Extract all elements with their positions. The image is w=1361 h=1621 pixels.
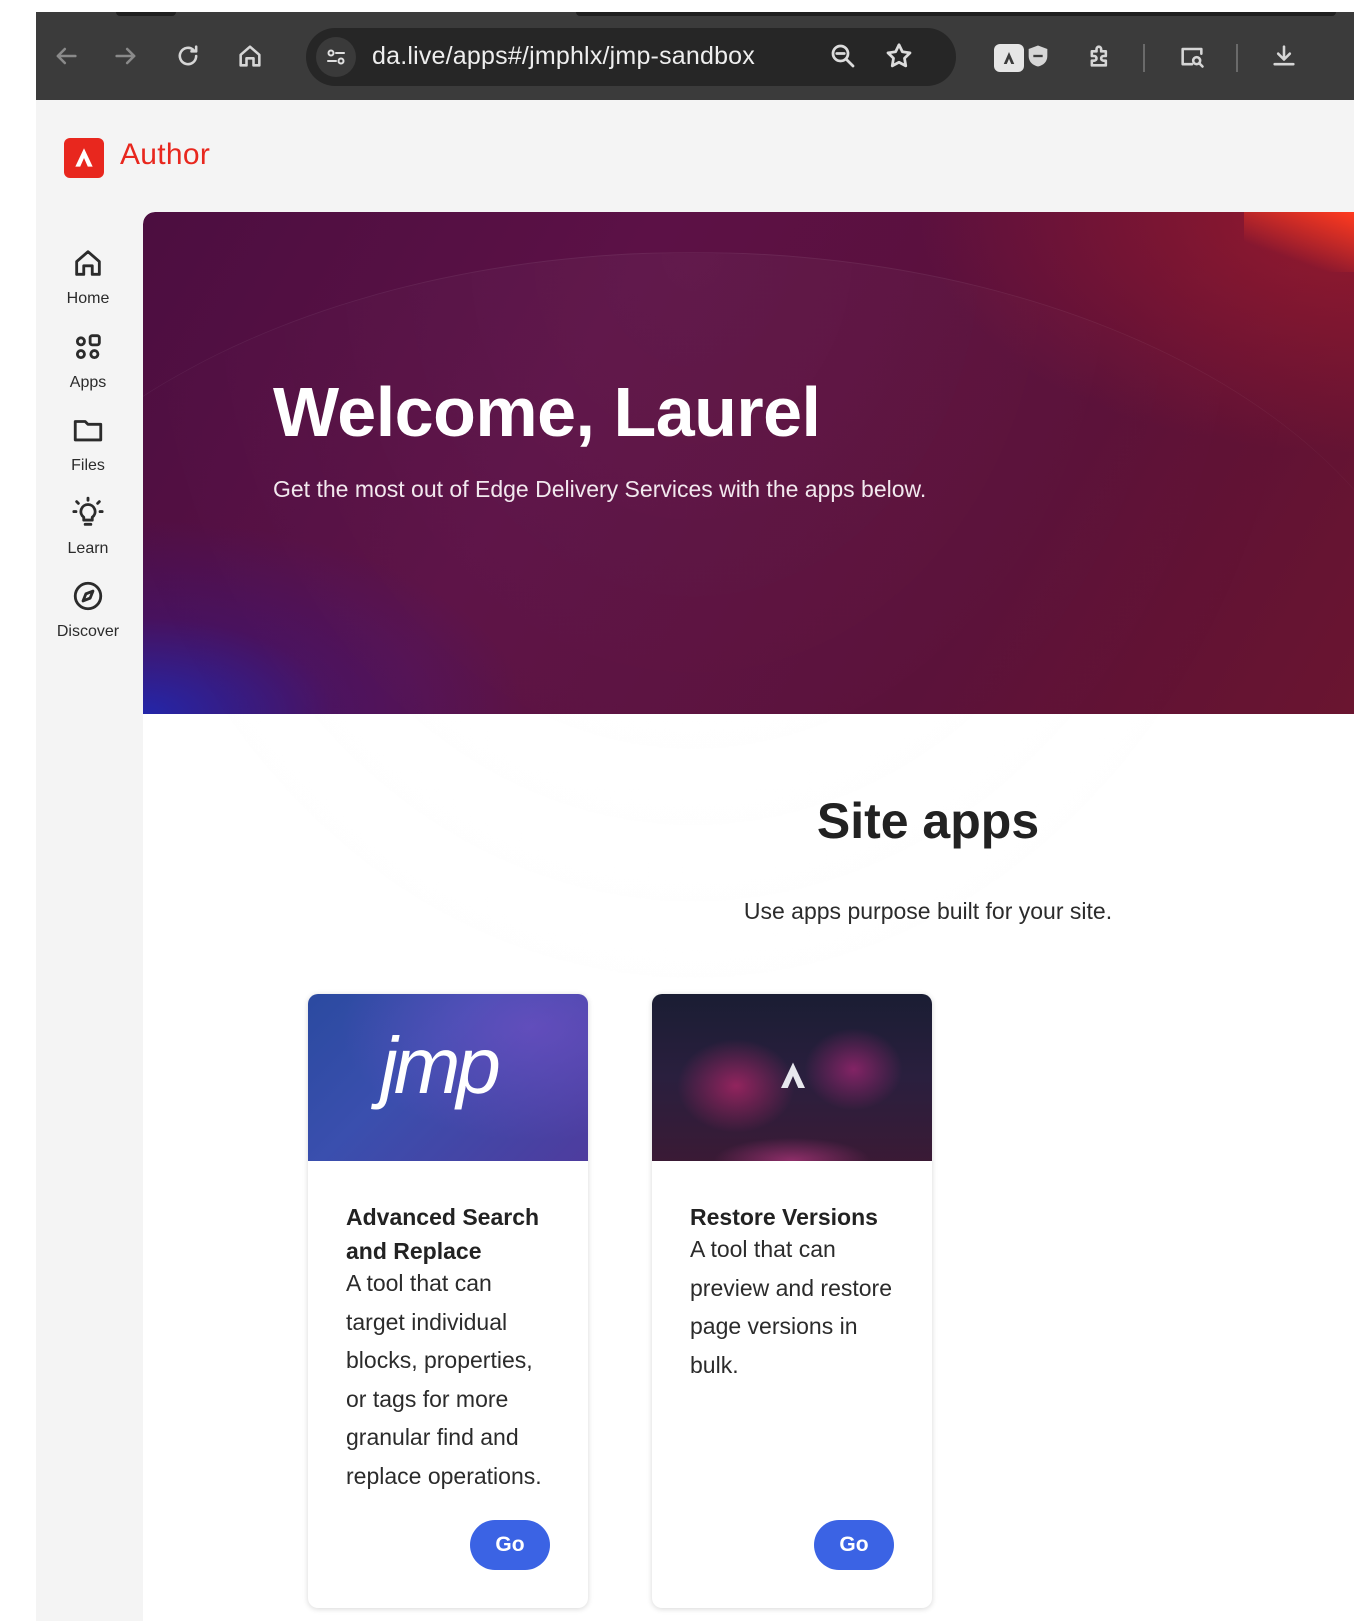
app-title[interactable]: Author — [120, 138, 210, 172]
lightbulb-icon — [72, 496, 104, 526]
rail-item-label: Learn — [67, 540, 109, 557]
compass-icon — [73, 581, 103, 611]
toolbar-divider — [1236, 44, 1238, 72]
rail-item-files[interactable]: Files — [36, 409, 140, 487]
address-bar[interactable]: da.live/apps#/jmphlx/jmp-sandbox — [306, 28, 956, 86]
rail-item-home[interactable]: Home — [36, 242, 140, 320]
rail-item-label: Apps — [69, 374, 107, 391]
reload-icon[interactable] — [168, 36, 208, 76]
hero-subtitle: Get the most out of Edge Delivery Servic… — [273, 476, 927, 502]
rail-item-label: Home — [66, 290, 110, 307]
browser-window: da.live/apps#/jmphlx/jmp-sandbox Author … — [36, 12, 1354, 1621]
forward-icon[interactable] — [106, 36, 146, 76]
hero-title: Welcome, Laurel — [273, 373, 821, 451]
bookmark-star-icon[interactable] — [884, 41, 916, 73]
go-button[interactable]: Go — [814, 1520, 894, 1570]
rail-item-discover[interactable]: Discover — [36, 575, 140, 653]
app-header: Author — [36, 100, 1354, 206]
rail-item-apps[interactable]: Apps — [36, 326, 140, 404]
zoom-icon[interactable] — [828, 41, 860, 73]
main-content: Welcome, Laurel Get the most out of Edge… — [143, 212, 1354, 1621]
card-title: Advanced Search and Replace — [346, 1204, 540, 1264]
tab-edge — [576, 12, 1336, 16]
card-image-jmp: jmp — [308, 994, 588, 1161]
adobe-mark-icon — [781, 1062, 805, 1088]
welcome-hero: Welcome, Laurel Get the most out of Edge… — [143, 212, 1354, 1152]
url-text[interactable]: da.live/apps#/jmphlx/jmp-sandbox — [372, 42, 755, 71]
download-icon[interactable] — [1264, 36, 1304, 76]
card-title: Restore Versions — [690, 1204, 878, 1230]
apps-icon — [75, 334, 101, 360]
rail-item-label: Files — [71, 457, 105, 474]
toolbar-divider — [1143, 44, 1145, 72]
rail-item-learn[interactable]: Learn — [36, 492, 140, 570]
card-description: A tool that can target individual blocks… — [346, 1270, 542, 1489]
shield-extension-icon[interactable] — [1018, 36, 1058, 76]
jmp-logo: jmp — [380, 1021, 501, 1110]
go-button[interactable]: Go — [470, 1520, 550, 1570]
rail-item-label: Discover — [56, 623, 120, 640]
tab-edge — [116, 12, 176, 16]
browser-toolbar: da.live/apps#/jmphlx/jmp-sandbox — [36, 12, 1354, 100]
section-subtitle: Use apps purpose built for your site. — [743, 898, 1113, 924]
home-icon[interactable] — [230, 36, 270, 76]
card-image-alley — [652, 994, 932, 1161]
adobe-logo-icon[interactable] — [64, 138, 104, 178]
hero-decoration — [1244, 212, 1354, 272]
site-info-icon[interactable] — [316, 37, 356, 77]
app-card-restore-versions: Restore Versions A tool that can preview… — [652, 994, 932, 1608]
extensions-puzzle-icon[interactable] — [1080, 36, 1120, 76]
back-icon[interactable] — [46, 36, 86, 76]
section-title: Site apps — [816, 793, 1040, 849]
app-card-search-replace: jmp Advanced Search and Replace A tool t… — [308, 994, 588, 1608]
card-description: A tool that can preview and restore page… — [690, 1236, 892, 1378]
home-icon — [75, 250, 101, 276]
folder-icon — [73, 420, 103, 442]
tab-search-icon[interactable] — [1172, 36, 1212, 76]
